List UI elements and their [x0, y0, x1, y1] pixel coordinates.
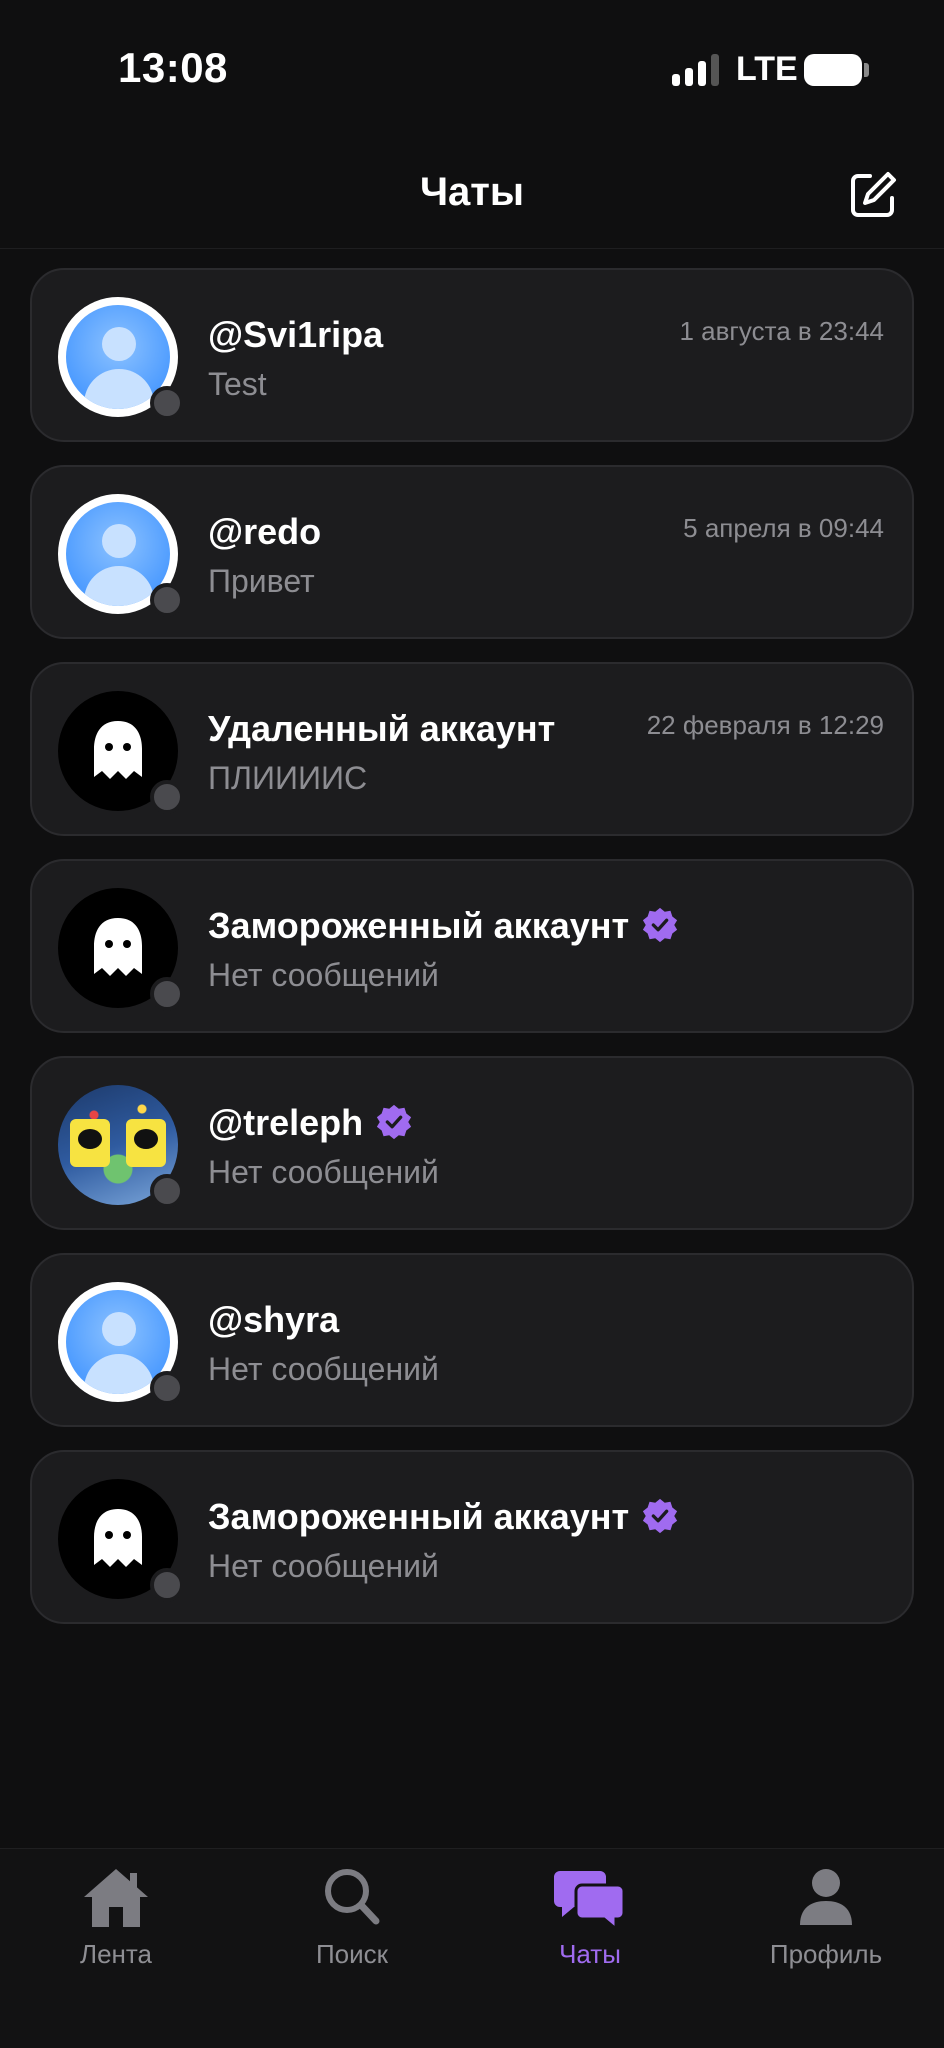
chat-last-message: ПЛИИИИС [208, 760, 368, 796]
chats-screen: 13:08 LTE Чаты @Svi1ripa Test 1 августа … [0, 0, 944, 2048]
page-title: Чаты [419, 170, 525, 214]
chat-name: @treleph [208, 1102, 364, 1143]
chat-last-message: Нет сообщений [208, 1548, 439, 1584]
chat-item[interactable]: @treleph Нет сообщений [30, 1056, 914, 1230]
verified-badge-icon [377, 1104, 412, 1140]
cellular-signal-icon [672, 54, 720, 86]
verified-badge-icon [643, 1498, 678, 1534]
offline-status-dot [150, 1568, 184, 1602]
chat-item[interactable]: @shyra Нет сообщений [30, 1253, 914, 1427]
tab-feed[interactable]: Лента [26, 1863, 206, 1970]
chat-last-message: Test [208, 366, 267, 402]
chat-name-row: @treleph [208, 1102, 413, 1144]
network-type: LTE [736, 50, 798, 88]
offline-status-dot [150, 780, 184, 814]
chat-last-message: Нет сообщений [208, 957, 439, 993]
chat-item[interactable]: Замороженный аккаунт Нет сообщений [30, 1450, 914, 1624]
chat-item[interactable]: @redo Привет 5 апреля в 09:44 [30, 465, 914, 639]
home-icon [84, 1869, 148, 1927]
chat-list: @Svi1ripa Test 1 августа в 23:44 @redo П… [30, 268, 914, 1647]
tab-label: Чаты [559, 1939, 621, 1969]
offline-status-dot [150, 386, 184, 420]
chat-bubbles-icon [554, 1871, 626, 1933]
verified-badge-icon [643, 907, 678, 943]
chat-timestamp: 5 апреля в 09:44 [683, 513, 884, 543]
chat-last-message: Привет [208, 563, 315, 599]
tab-label: Профиль [769, 1939, 883, 1969]
chat-last-message: Нет сообщений [208, 1351, 439, 1387]
chat-name: @Svi1ripa [208, 314, 384, 355]
offline-status-dot [150, 583, 184, 617]
chat-item[interactable]: @Svi1ripa Test 1 августа в 23:44 [30, 268, 914, 442]
search-icon [325, 1869, 380, 1925]
tab-bar: Лента Поиск Чаты Профиль [0, 1848, 944, 2048]
offline-status-dot [150, 1174, 184, 1208]
tab-label: Поиск [315, 1939, 389, 1969]
chat-name: @shyra [208, 1299, 340, 1340]
tab-label: Лента [80, 1939, 152, 1969]
compose-icon[interactable] [848, 170, 898, 220]
status-time: 13:08 [118, 44, 228, 91]
chat-timestamp: 22 февраля в 12:29 [646, 710, 884, 740]
chat-name: @redo [208, 511, 322, 552]
tab-search[interactable]: Поиск [262, 1863, 442, 1970]
chat-item[interactable]: Замороженный аккаунт Нет сообщений [30, 859, 914, 1033]
chat-name: Замороженный аккаунт [208, 905, 630, 946]
header: Чаты [0, 140, 944, 249]
tab-chats[interactable]: Чаты [500, 1863, 680, 1970]
chat-name-row: Замороженный аккаунт [208, 1496, 679, 1538]
offline-status-dot [150, 1371, 184, 1405]
battery-tip [864, 63, 869, 77]
status-bar: 13:08 LTE [0, 0, 944, 140]
chat-timestamp: 1 августа в 23:44 [679, 316, 884, 346]
chat-last-message: Нет сообщений [208, 1154, 439, 1190]
battery-icon [804, 54, 862, 86]
chat-name-row: Замороженный аккаунт [208, 905, 679, 947]
tab-profile[interactable]: Профиль [736, 1863, 916, 1970]
chat-item[interactable]: Удаленный аккаунт ПЛИИИИС 22 февраля в 1… [30, 662, 914, 836]
chat-name: Замороженный аккаунт [208, 1496, 630, 1537]
offline-status-dot [150, 977, 184, 1011]
person-icon [800, 1869, 852, 1925]
chat-name: Удаленный аккаунт [208, 708, 556, 749]
